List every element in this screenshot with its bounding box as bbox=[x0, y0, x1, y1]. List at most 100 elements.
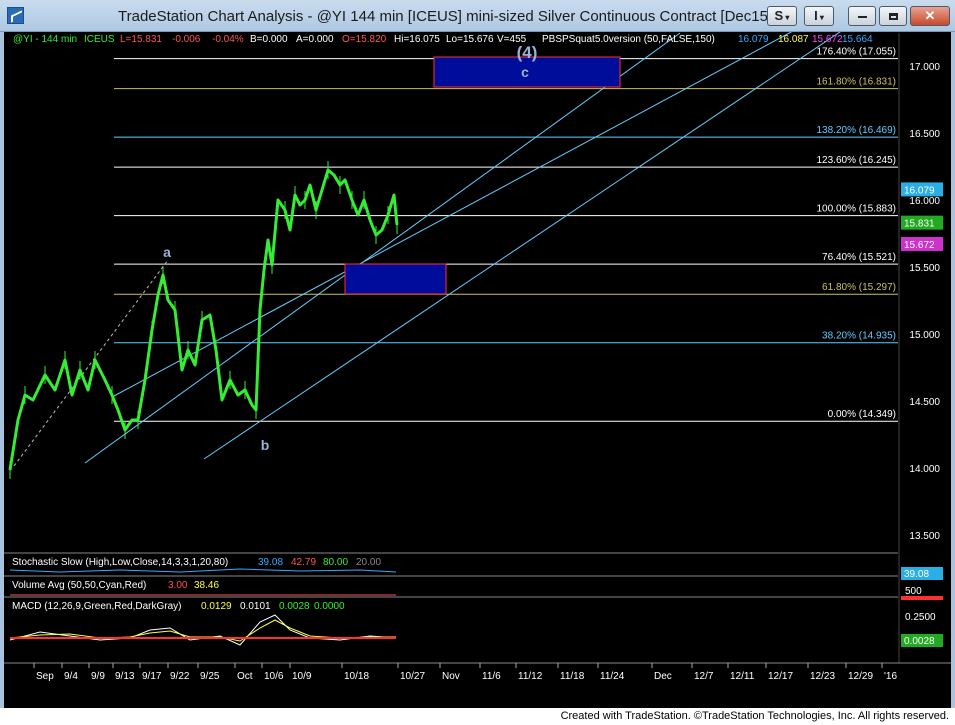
date-tick-label: '16 bbox=[884, 671, 897, 682]
volume-tag bbox=[901, 596, 943, 600]
window-title: TradeStation Chart Analysis - @YI 144 mi… bbox=[118, 8, 773, 25]
price-axis-tick: 14.000 bbox=[909, 464, 940, 475]
date-tick-label: 10/27 bbox=[400, 671, 425, 682]
chart-header: @YI - 144 min ICEUS L=15.831 -0.006 -0.04% B=… bbox=[13, 34, 873, 45]
header-low: Lo=15.676 bbox=[446, 34, 494, 45]
date-tick-label: 10/6 bbox=[264, 671, 284, 682]
macd-value-3: 0.0028 bbox=[279, 601, 310, 612]
price-axis-tick: 16.500 bbox=[909, 129, 940, 140]
header-value-2: 16.087 bbox=[778, 34, 809, 45]
volume-label: Volume Avg (50,50,Cyan,Red) bbox=[12, 580, 146, 591]
tradestation-app-icon[interactable] bbox=[7, 7, 24, 24]
stochastic-line bbox=[9, 568, 397, 573]
symbol-link-button[interactable]: S ▾ bbox=[767, 6, 797, 26]
stochastic-value-1: 39.08 bbox=[258, 557, 283, 568]
stochastic-label: Stochastic Slow (High,Low,Close,14,3,3,1… bbox=[12, 557, 228, 568]
header-symbol: @YI - 144 min bbox=[13, 34, 77, 45]
date-tick-label: 10/18 bbox=[344, 671, 369, 682]
date-tick-label: 11/12 bbox=[518, 671, 543, 682]
maximize-icon bbox=[888, 13, 898, 21]
date-tick-label: 12/23 bbox=[810, 671, 835, 682]
volume-value-1: 3.00 bbox=[168, 580, 188, 591]
date-tick-label: 12/7 bbox=[694, 671, 714, 682]
date-tick-label: 9/13 bbox=[115, 671, 135, 682]
header-last: L=15.831 bbox=[120, 34, 162, 45]
volume-value-2: 38.46 bbox=[194, 580, 219, 591]
close-button[interactable]: ✕ bbox=[910, 6, 950, 26]
header-open: O=15.820 bbox=[342, 34, 387, 45]
copyright-text: Created with TradeStation. ©TradeStation… bbox=[560, 710, 949, 722]
wave-c-label: c bbox=[521, 64, 529, 80]
support-zone-box bbox=[344, 263, 447, 295]
stochastic-tag-text: 39.08 bbox=[904, 569, 929, 580]
macd-value-4: 0.0000 bbox=[314, 601, 345, 612]
minimize-icon bbox=[857, 15, 867, 18]
macd-line bbox=[9, 614, 397, 646]
fib-level-label: 76.40% (15.521) bbox=[822, 252, 896, 263]
date-tick-label: 10/9 bbox=[292, 671, 312, 682]
price-axis-tick: 13.500 bbox=[909, 531, 940, 542]
date-tick-label: 11/6 bbox=[482, 671, 501, 682]
stochastic-value-2: 42.79 bbox=[291, 557, 316, 568]
header-study: PBSPSquat5.0version (50,FALSE,150) bbox=[542, 34, 715, 45]
macd-tag-text: 0.0028 bbox=[904, 636, 935, 647]
fib-level-label: 161.80% (16.831) bbox=[816, 77, 896, 88]
date-tick-label: Sep bbox=[36, 671, 54, 682]
date-tick-label: 9/22 bbox=[170, 671, 190, 682]
date-axis: Sep 9/4 9/9 9/13 9/17 9/22 9/25 Oct 10/6 10/9 10/1… bbox=[4, 662, 951, 682]
price-tag-text: 16.079 bbox=[904, 185, 935, 196]
dropdown-arrow-icon: ▾ bbox=[783, 13, 790, 22]
info-link-button[interactable]: I ▾ bbox=[804, 6, 834, 26]
header-value-1: 16.079 bbox=[738, 34, 769, 45]
fib-level-label: 123.60% (16.245) bbox=[816, 155, 896, 166]
footer-bar: Created with TradeStation. ©TradeStation… bbox=[0, 708, 955, 725]
wave-a-label: a bbox=[163, 244, 171, 260]
date-tick-label: 11/18 bbox=[560, 671, 585, 682]
price-axis-tick: 14.500 bbox=[909, 397, 940, 408]
price-axis-tick: 17.000 bbox=[909, 62, 940, 73]
fib-level-label: 61.80% (15.297) bbox=[822, 282, 896, 293]
date-tick-label: 12/29 bbox=[848, 671, 873, 682]
header-value-4: 15.664 bbox=[842, 34, 873, 45]
header-ask: A=0.000 bbox=[296, 34, 334, 45]
price-axis-tick: 15.500 bbox=[909, 263, 940, 274]
fib-level-label: 100.00% (15.883) bbox=[816, 204, 896, 215]
fib-level-lines: 176.40% (17.055) 161.80% (16.831) 138.20% … bbox=[114, 47, 898, 422]
price-tag-text: 15.831 bbox=[904, 219, 935, 230]
header-value-3: 15.672 bbox=[812, 34, 843, 45]
trend-channel-line bbox=[203, 0, 889, 460]
date-tick-label: 9/25 bbox=[200, 671, 220, 682]
date-tick-label: 9/17 bbox=[142, 671, 162, 682]
header-volume: V=455 bbox=[497, 34, 527, 45]
volume-tick: 500 bbox=[905, 586, 922, 597]
chart-canvas[interactable]: 176.40% (17.055) 161.80% (16.831) 138.20% … bbox=[4, 0, 951, 708]
minimize-button[interactable] bbox=[848, 6, 876, 26]
window-title-bar: TradeStation Chart Analysis - @YI 144 mi… bbox=[0, 0, 955, 32]
wave-4-label: (4) bbox=[517, 43, 538, 62]
chart-window: 176.40% (17.055) 161.80% (16.831) 138.20% … bbox=[0, 0, 955, 708]
price-axis-tick: 15.000 bbox=[909, 330, 940, 341]
macd-tick: 0.2500 bbox=[905, 612, 936, 623]
header-high: Hi=16.075 bbox=[394, 34, 440, 45]
stochastic-value-3: 80.00 bbox=[323, 557, 348, 568]
price-axis-tick: 16.000 bbox=[909, 196, 940, 207]
maximize-button[interactable] bbox=[879, 6, 907, 26]
header-exchange: ICEUS bbox=[84, 34, 115, 45]
fib-level-label: 138.20% (16.469) bbox=[816, 125, 896, 136]
header-change: -0.006 bbox=[172, 34, 201, 45]
header-change-pct: -0.04% bbox=[212, 34, 244, 45]
fib-level-label: 176.40% (17.055) bbox=[816, 47, 896, 58]
header-bid: B=0.000 bbox=[250, 34, 288, 45]
macd-value-2: 0.0101 bbox=[240, 601, 271, 612]
date-tick-label: 11/24 bbox=[600, 671, 625, 682]
date-tick-label: 9/4 bbox=[64, 671, 78, 682]
wave-b-label: b bbox=[261, 437, 270, 453]
trend-channel-line bbox=[13, 259, 169, 467]
date-tick-label: 12/17 bbox=[768, 671, 793, 682]
date-tick-label: 9/9 bbox=[91, 671, 105, 682]
fib-level-label: 38.20% (14.935) bbox=[822, 331, 896, 342]
macd-label: MACD (12,26,9,Green,Red,DarkGray) bbox=[12, 601, 182, 612]
close-icon: ✕ bbox=[924, 8, 936, 23]
chart-labels: (4) c a b bbox=[163, 43, 537, 453]
sub-panels: Stochastic Slow (High,Low,Close,14,3,3,1… bbox=[4, 552, 943, 647]
